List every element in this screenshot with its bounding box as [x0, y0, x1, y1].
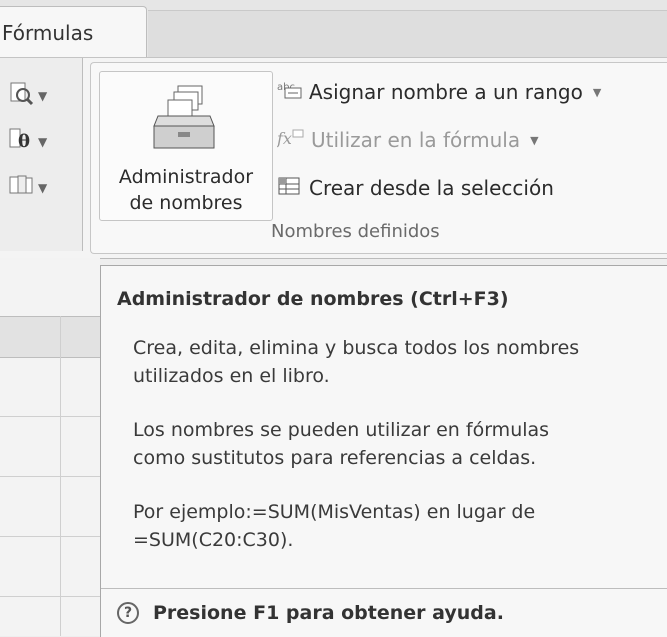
magnifier-icon — [8, 80, 34, 112]
tooltip-text-line: =SUM(C20:C30). — [133, 529, 294, 551]
chevron-down-icon: ▼ — [530, 133, 539, 147]
create-from-selection-label: Crear desde la selección — [309, 176, 554, 200]
tooltip-description: Los nombres se pueden utilizar en fórmul… — [133, 416, 549, 472]
name-manager-tooltip: Administrador de nombres (Ctrl+F3) Crea,… — [100, 265, 667, 637]
tooltip-text-line: Crea, edita, elimina y busca todos los n… — [133, 337, 580, 359]
create-from-selection-icon — [277, 175, 303, 202]
gridline-horizontal — [0, 536, 100, 537]
tooltip-text-line: utilizados en el libro. — [133, 365, 330, 387]
column-header-row — [0, 316, 100, 358]
tab-strip-background — [148, 10, 667, 59]
defined-names-group: Administrador de nombres abc Asignar nom… — [90, 62, 667, 254]
svg-text:fx: fx — [277, 129, 292, 148]
use-in-formula-button[interactable]: fx Utilizar en la fórmula ▼ — [276, 125, 539, 155]
chevron-down-icon: ▼ — [38, 181, 48, 195]
name-manager-button[interactable]: Administrador de nombres — [99, 71, 273, 221]
worksheet-area — [0, 258, 100, 636]
gridline-horizontal — [0, 476, 100, 477]
define-name-label: Asignar nombre a un rango — [309, 80, 583, 104]
fx-icon: fx — [276, 127, 305, 154]
tooltip-title: Administrador de nombres (Ctrl+F3) — [117, 288, 509, 310]
tooltip-text-line: Por ejemplo:=SUM(MisVentas) en lugar de — [133, 501, 536, 523]
tooltip-text-line: como sustitutos para referencias a celda… — [133, 447, 537, 469]
tooltip-text-line: Los nombres se pueden utilizar en fórmul… — [133, 419, 550, 441]
tab-formulas-label: Fórmulas — [2, 21, 94, 45]
create-from-selection-button[interactable]: Crear desde la selección — [277, 173, 554, 203]
use-in-formula-label: Utilizar en la fórmula — [311, 128, 521, 152]
theta-book-icon: θ — [8, 126, 34, 158]
books-icon — [8, 172, 34, 204]
math-function-button[interactable]: θ ▼ — [8, 124, 68, 160]
tooltip-description: Crea, edita, elimina y busca todos los n… — [133, 334, 579, 390]
name-manager-label-line2: de nombres — [129, 192, 243, 214]
formula-auditing-group-partial: ▼ θ ▼ ▼ — [0, 58, 83, 251]
ribbon-tab-strip: Fórmulas — [0, 0, 667, 59]
ribbon: ▼ θ ▼ ▼ Administrador de nombres Asignar… — [0, 57, 667, 259]
svg-text:θ: θ — [18, 131, 30, 152]
define-name-button[interactable]: abc Asignar nombre a un rango ▼ — [277, 77, 601, 107]
chevron-down-icon: ▼ — [38, 135, 48, 149]
chevron-down-icon: ▼ — [38, 89, 48, 103]
tooltip-help: ? Presione F1 para obtener ayuda. — [117, 602, 504, 624]
gridline-horizontal — [0, 596, 100, 597]
tooltip-example: Por ejemplo:=SUM(MisVentas) en lugar de … — [133, 498, 535, 554]
tooltip-help-label: Presione F1 para obtener ayuda. — [153, 602, 504, 624]
name-manager-icon — [152, 82, 216, 156]
more-functions-button[interactable]: ▼ — [8, 170, 68, 206]
lookup-function-button[interactable]: ▼ — [8, 78, 68, 114]
gridline-horizontal — [0, 416, 100, 417]
name-manager-label-line1: Administrador — [118, 166, 254, 188]
tab-formulas[interactable]: Fórmulas — [0, 6, 147, 59]
group-title: Nombres definidos — [271, 221, 440, 242]
define-name-icon: abc — [277, 79, 303, 106]
help-icon: ? — [117, 602, 139, 624]
tooltip-separator — [101, 588, 667, 589]
chevron-down-icon: ▼ — [592, 85, 602, 99]
